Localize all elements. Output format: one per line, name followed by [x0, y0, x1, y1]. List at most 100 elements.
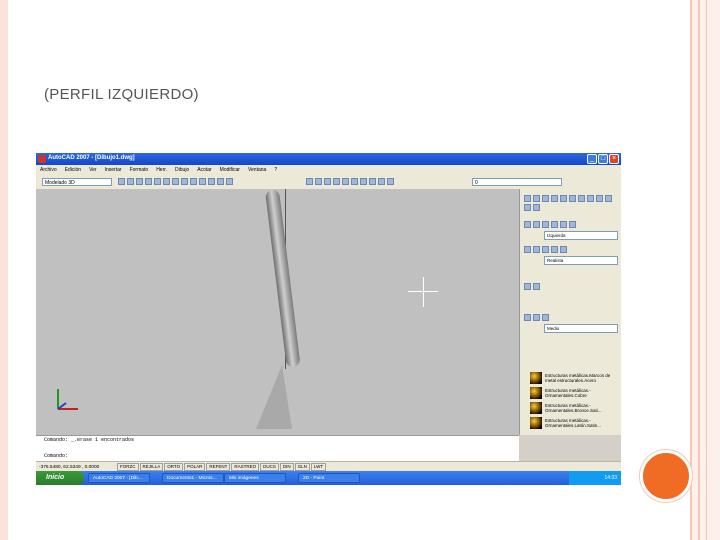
view-iso-icon[interactable] — [551, 221, 558, 228]
undo-icon[interactable] — [199, 178, 206, 185]
camera-icon[interactable] — [560, 221, 567, 228]
ducs-toggle[interactable]: DUCS — [260, 463, 279, 471]
light-icon[interactable] — [533, 283, 540, 290]
revolve-icon[interactable] — [596, 195, 603, 202]
design-center-icon[interactable] — [342, 178, 349, 185]
orbit-icon[interactable] — [306, 178, 313, 185]
taskbar-item-images[interactable]: Mis imágenes — [224, 473, 286, 483]
taskbar-item-autocad[interactable]: AutoCAD 2007 - [Dib... — [88, 473, 150, 483]
menu-formato[interactable]: Formato — [126, 167, 153, 173]
ortho-toggle[interactable]: ORTO — [164, 463, 184, 471]
zoom-window-icon[interactable] — [315, 178, 322, 185]
slide-left-border — [0, 0, 8, 540]
taskbar-item-word[interactable]: Documento1 - Micros... — [162, 473, 224, 483]
model-toggle[interactable]: LWT — [310, 463, 327, 471]
pan-icon[interactable] — [217, 178, 224, 185]
material-item[interactable]: Estructuras metálicas.-Ornamentales.Cobr… — [530, 387, 620, 399]
menu-help[interactable]: ? — [270, 167, 281, 173]
render-quality-select[interactable]: Medio — [544, 324, 618, 333]
extrude-icon[interactable] — [587, 195, 594, 202]
match-properties-icon[interactable] — [190, 178, 197, 185]
cut-icon[interactable] — [163, 178, 170, 185]
redo-icon[interactable] — [208, 178, 215, 185]
toolbar-icons — [118, 178, 233, 185]
view-top-icon[interactable] — [524, 221, 531, 228]
properties-icon[interactable] — [333, 178, 340, 185]
menu-ventana[interactable]: Ventana — [244, 167, 270, 173]
decorative-circle — [640, 450, 692, 502]
menu-dibujo[interactable]: Dibujo — [171, 167, 193, 173]
conceptual-icon[interactable] — [560, 246, 567, 253]
sun-icon[interactable] — [524, 283, 531, 290]
preview-icon[interactable] — [154, 178, 161, 185]
zoom-icon[interactable] — [226, 178, 233, 185]
render-settings-icon[interactable] — [542, 314, 549, 321]
tool-palettes-icon[interactable] — [351, 178, 358, 185]
wireframe-2d-icon[interactable] — [524, 246, 531, 253]
layer-manager-icon[interactable] — [387, 178, 394, 185]
paste-icon[interactable] — [181, 178, 188, 185]
zoom-previous-icon[interactable] — [324, 178, 331, 185]
menu-archivo[interactable]: Archivo — [36, 167, 61, 173]
calculator-icon[interactable] — [378, 178, 385, 185]
lineweight-toggle[interactable]: GLN — [294, 463, 310, 471]
print-icon[interactable] — [145, 178, 152, 185]
visual-style-select[interactable]: Realista — [544, 256, 618, 265]
menu-herr[interactable]: Herr. — [152, 167, 171, 173]
cylinder-icon[interactable] — [542, 195, 549, 202]
command-prompt[interactable]: Comando: — [36, 452, 519, 460]
menu-edicion[interactable]: Edición — [61, 167, 85, 173]
otrack-toggle[interactable]: RASTREO — [231, 463, 260, 471]
menu-modificar[interactable]: Modificar — [216, 167, 244, 173]
render-icon[interactable] — [524, 314, 531, 321]
new-icon[interactable] — [118, 178, 125, 185]
box-3d-icon[interactable] — [524, 195, 531, 202]
start-button[interactable]: Inicio — [36, 471, 84, 485]
close-button[interactable]: × — [609, 154, 619, 164]
maximize-button[interactable]: □ — [598, 154, 608, 164]
command-line[interactable]: Comando: _.erase 1 encontrados Comando: — [36, 435, 519, 462]
material-item[interactable]: Estructuras metálicas.-Ornamentales.Lató… — [530, 417, 620, 429]
realistic-icon[interactable] — [551, 246, 558, 253]
view-left-icon[interactable] — [542, 221, 549, 228]
grid-toggle[interactable]: REJILLA — [139, 463, 164, 471]
wedge-icon[interactable] — [560, 195, 567, 202]
wireframe-3d-icon[interactable] — [533, 246, 540, 253]
workspace-select[interactable]: Modelado 3D — [42, 178, 112, 186]
material-item[interactable]: Estructuras metálicas.-Ornamentales.Bron… — [530, 402, 620, 414]
walk-icon[interactable] — [569, 221, 576, 228]
menu-ver[interactable]: Ver — [85, 167, 101, 173]
slide-right-border — [690, 0, 720, 540]
pyramid-icon[interactable] — [578, 195, 585, 202]
material-swatch — [530, 372, 542, 384]
save-icon[interactable] — [136, 178, 143, 185]
minimize-button[interactable]: _ — [587, 154, 597, 164]
menu-acotar[interactable]: Acotar — [193, 167, 215, 173]
torus-icon[interactable] — [569, 195, 576, 202]
materials-icon[interactable] — [533, 314, 540, 321]
dyn-toggle[interactable]: DIN — [279, 463, 294, 471]
hidden-icon[interactable] — [542, 246, 549, 253]
cone-icon[interactable] — [551, 195, 558, 202]
view-select[interactable]: Izquierda — [544, 231, 618, 240]
markup-icon[interactable] — [369, 178, 376, 185]
menu-insertar[interactable]: Insertar — [101, 167, 126, 173]
sheet-set-icon[interactable] — [360, 178, 367, 185]
subtract-icon[interactable] — [524, 204, 531, 211]
osnap-toggle[interactable]: REFENT — [206, 463, 231, 471]
union-icon[interactable] — [605, 195, 612, 202]
copy-icon[interactable] — [172, 178, 179, 185]
polar-toggle[interactable]: POLAR — [184, 463, 206, 471]
cylinder-model[interactable] — [265, 189, 301, 368]
window-titlebar: AutoCAD 2007 - [Dibujo1.dwg] _ □ × — [36, 153, 621, 165]
taskbar-item-paint[interactable]: 2D - Paint — [298, 473, 360, 483]
open-icon[interactable] — [127, 178, 134, 185]
sphere-icon[interactable] — [533, 195, 540, 202]
view-front-icon[interactable] — [533, 221, 540, 228]
material-item[interactable]: Estructuras metálicas.Marcos de metal es… — [530, 372, 620, 384]
snap-toggle[interactable]: FORZC — [117, 463, 139, 471]
drawing-viewport[interactable] — [36, 189, 519, 435]
slide-title: (PERFIL IZQUIERDO) — [44, 86, 199, 103]
intersect-icon[interactable] — [533, 204, 540, 211]
layer-select[interactable]: 0 — [472, 178, 562, 186]
